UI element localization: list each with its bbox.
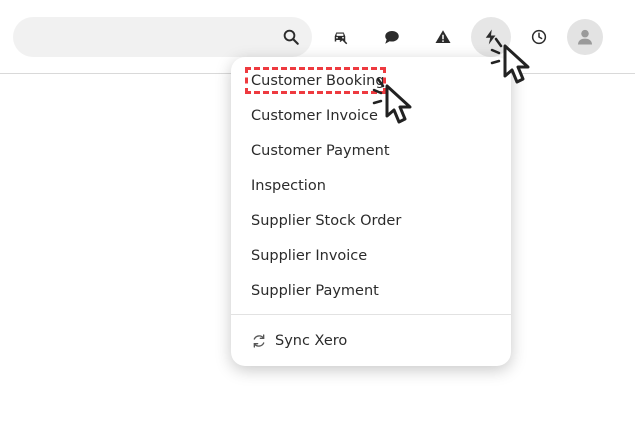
menu-item-customer-payment[interactable]: Customer Payment (251, 139, 390, 163)
vehicle-button[interactable] (330, 27, 350, 47)
menu-divider (231, 314, 511, 315)
car-icon (334, 32, 348, 45)
menu-item-supplier-payment[interactable]: Supplier Payment (251, 279, 379, 303)
sync-xero-button[interactable]: Sync Xero (251, 329, 347, 353)
sync-icon (253, 334, 265, 348)
menu-item-inspection[interactable]: Inspection (251, 174, 326, 198)
pointer-cursor-icon (490, 37, 530, 84)
pointer-cursor-icon (372, 77, 412, 124)
menu-item-supplier-stock-order[interactable]: Supplier Stock Order (251, 209, 401, 233)
chat-icon (385, 31, 399, 44)
search-input[interactable] (13, 17, 312, 57)
highlight-box (245, 67, 386, 94)
menu-item-customer-invoice[interactable]: Customer Invoice (251, 104, 378, 128)
avatar[interactable] (567, 19, 603, 55)
user-icon (577, 29, 593, 45)
messages-button[interactable] (382, 27, 402, 47)
sync-xero-label: Sync Xero (275, 333, 348, 349)
search-icon[interactable] (282, 28, 300, 46)
warning-icon (435, 30, 451, 43)
alerts-button[interactable] (433, 27, 453, 47)
menu-item-supplier-invoice[interactable]: Supplier Invoice (251, 244, 367, 268)
